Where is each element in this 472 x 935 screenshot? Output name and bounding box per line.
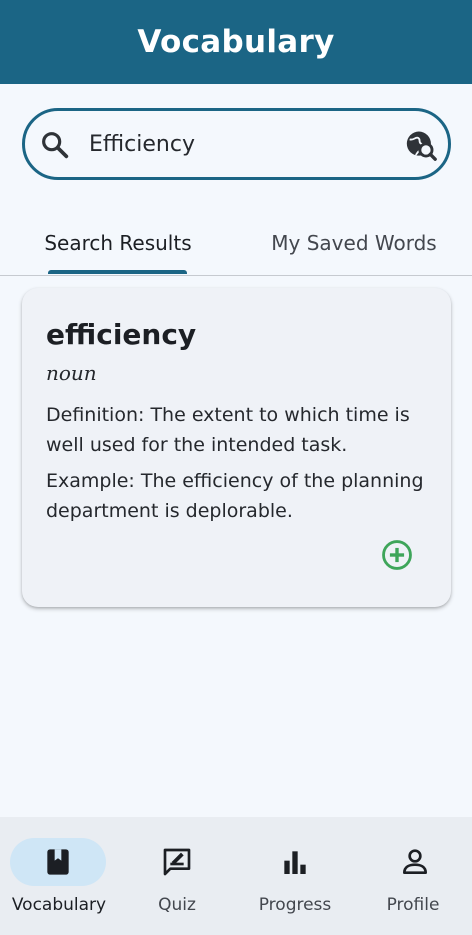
quiz-icon xyxy=(163,848,191,876)
app-root: Vocabulary Search Results My Saved Words… xyxy=(0,0,472,935)
nav-vocabulary[interactable]: Vocabulary xyxy=(0,817,118,935)
nav-label: Vocabulary xyxy=(11,895,107,915)
word-result-card: efficiency noun Definition: The extent t… xyxy=(22,288,451,607)
nav-label: Quiz xyxy=(158,895,196,915)
app-title: Vocabulary xyxy=(137,24,335,60)
word-definition: Definition: The extent to which time is … xyxy=(46,404,410,456)
tab-label: My Saved Words xyxy=(271,231,437,255)
search-icon xyxy=(42,132,69,159)
bottom-navigation: Vocabulary Quiz Progress Profile xyxy=(0,817,472,935)
nav-progress[interactable]: Progress xyxy=(236,817,354,935)
tab-my-saved-words[interactable]: My Saved Words xyxy=(236,212,472,274)
tab-bar: Search Results My Saved Words xyxy=(0,212,472,276)
add-word-icon[interactable] xyxy=(380,538,414,572)
person-icon xyxy=(403,849,427,874)
part-of-speech: noun xyxy=(46,361,97,385)
active-tab-indicator xyxy=(48,270,187,274)
word-example: Example: The efficiency of the planning … xyxy=(46,470,424,522)
nav-label: Profile xyxy=(386,895,440,915)
nav-quiz[interactable]: Quiz xyxy=(118,817,236,935)
tab-search-results[interactable]: Search Results xyxy=(0,212,236,274)
search-bar[interactable] xyxy=(22,108,451,180)
nav-label: Progress xyxy=(258,895,332,915)
app-bar: Vocabulary xyxy=(0,0,472,84)
book-icon xyxy=(47,849,69,875)
tab-label: Search Results xyxy=(44,231,192,255)
word-title: efficiency xyxy=(46,318,197,351)
bar-chart-icon xyxy=(284,851,306,874)
web-search-icon[interactable] xyxy=(404,128,438,162)
nav-profile[interactable]: Profile xyxy=(354,817,472,935)
search-input[interactable] xyxy=(89,121,389,167)
